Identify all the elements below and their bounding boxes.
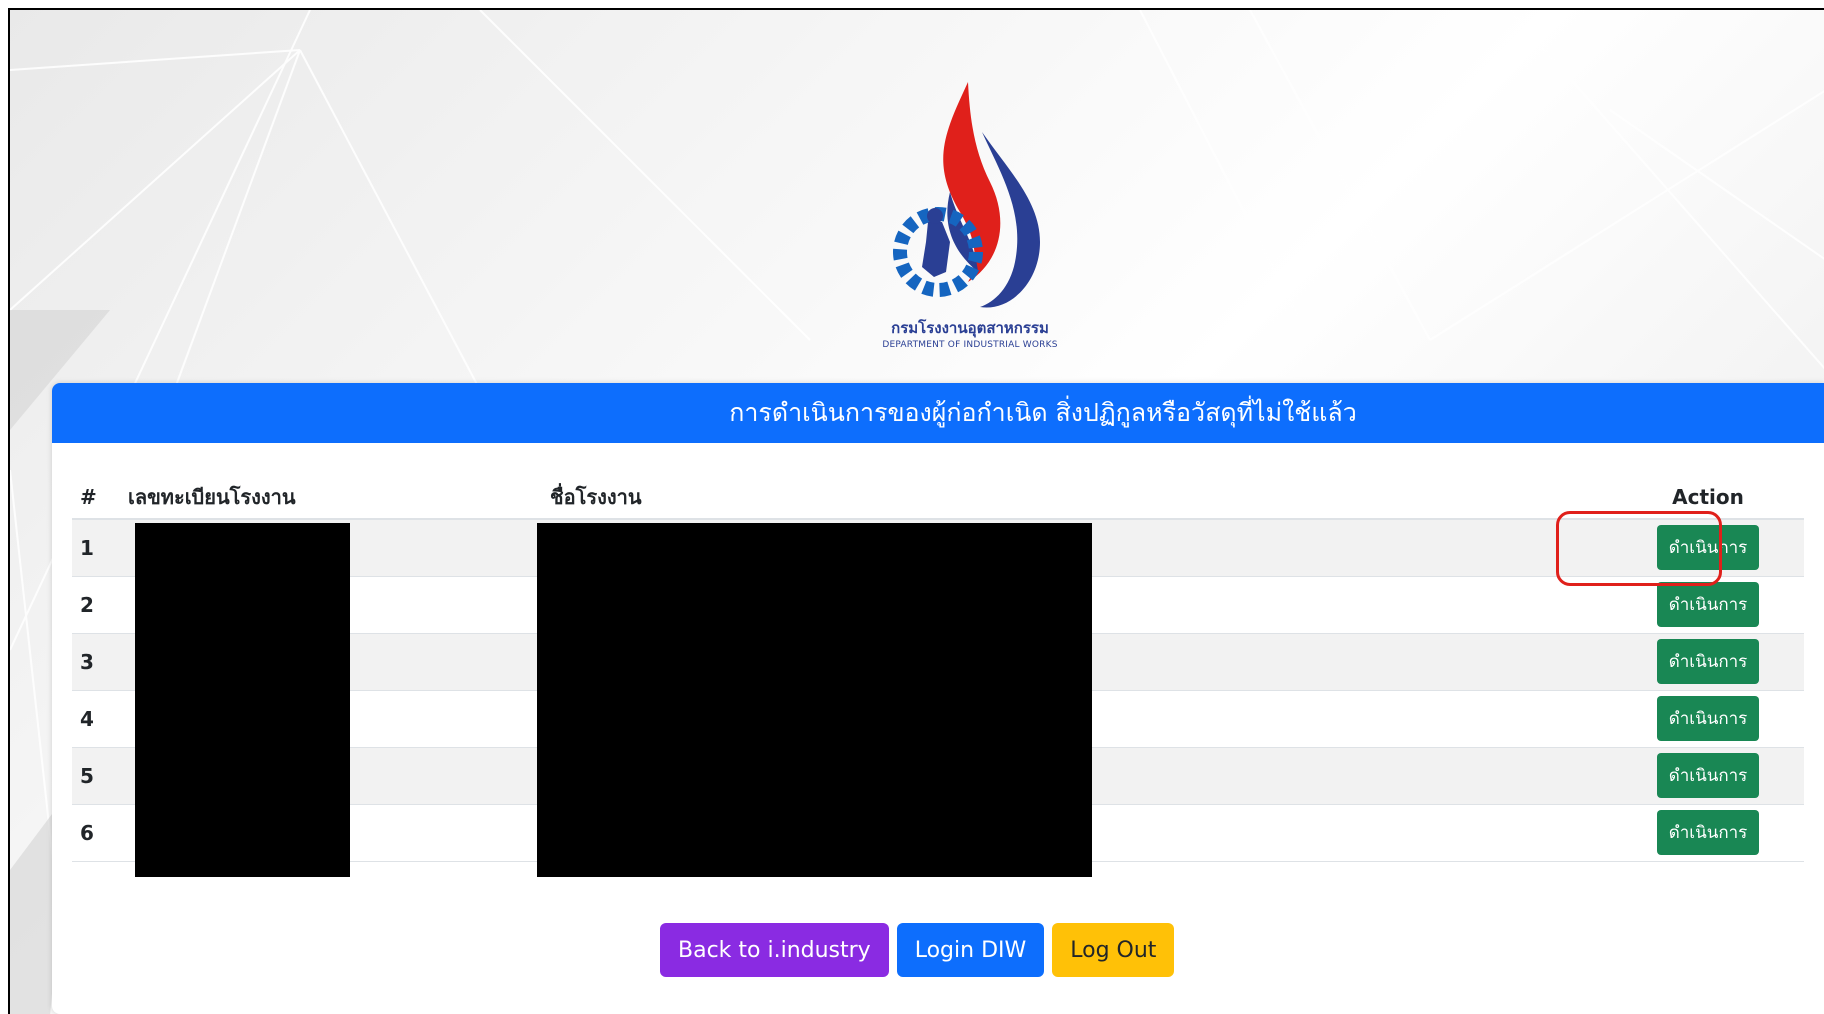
redaction-registration xyxy=(135,523,350,877)
action-button[interactable]: ดำเนินการ xyxy=(1656,582,1760,627)
action-button[interactable]: ดำเนินการ xyxy=(1656,639,1760,684)
column-header-registration: เลขทะเบียนโรงงาน xyxy=(120,475,542,520)
action-cell: ดำเนินการ xyxy=(1612,690,1804,748)
redaction-factory-name xyxy=(537,523,1092,877)
highlight-annotation xyxy=(1556,511,1722,586)
action-cell: ดำเนินการ xyxy=(1612,633,1804,691)
row-number: 5 xyxy=(72,747,120,805)
page-title: การดำเนินการของผู้ก่อกำเนิด สิ่งปฏิกูลหร… xyxy=(729,398,1357,427)
login-diw-button[interactable]: Login DIW xyxy=(896,923,1045,977)
action-button[interactable]: ดำเนินการ xyxy=(1656,696,1760,741)
row-number: 3 xyxy=(72,633,120,691)
row-number: 1 xyxy=(72,519,120,577)
action-button[interactable]: ดำเนินการ xyxy=(1656,810,1760,855)
logo-org-english: DEPARTMENT OF INDUSTRIAL WORKS xyxy=(882,340,1058,350)
column-header-number: # xyxy=(72,475,120,520)
action-cell: ดำเนินการ xyxy=(1612,747,1804,805)
logo-org-thai: กรมโรงงานอุตสาหกรรม xyxy=(891,319,1049,337)
card-header: การดำเนินการของผู้ก่อกำเนิด สิ่งปฏิกูลหร… xyxy=(52,383,1824,443)
table-header-row: # เลขทะเบียนโรงงาน ชื่อโรงงาน Action xyxy=(72,475,1804,520)
footer-buttons: Back to i.industry Login DIW Log Out xyxy=(660,923,1175,977)
back-to-iindustry-button[interactable]: Back to i.industry xyxy=(660,923,889,977)
row-number: 4 xyxy=(72,690,120,748)
action-cell: ดำเนินการ xyxy=(1612,804,1804,862)
diw-logo: กรมโรงงานอุตสาหกรรม DEPARTMENT OF INDUST… xyxy=(850,72,1090,372)
row-number: 6 xyxy=(72,804,120,862)
row-number: 2 xyxy=(72,576,120,634)
diw-emblem-icon xyxy=(893,82,1040,308)
action-button[interactable]: ดำเนินการ xyxy=(1656,753,1760,798)
column-header-factory-name: ชื่อโรงงาน xyxy=(542,475,1612,520)
logout-button[interactable]: Log Out xyxy=(1052,923,1175,977)
